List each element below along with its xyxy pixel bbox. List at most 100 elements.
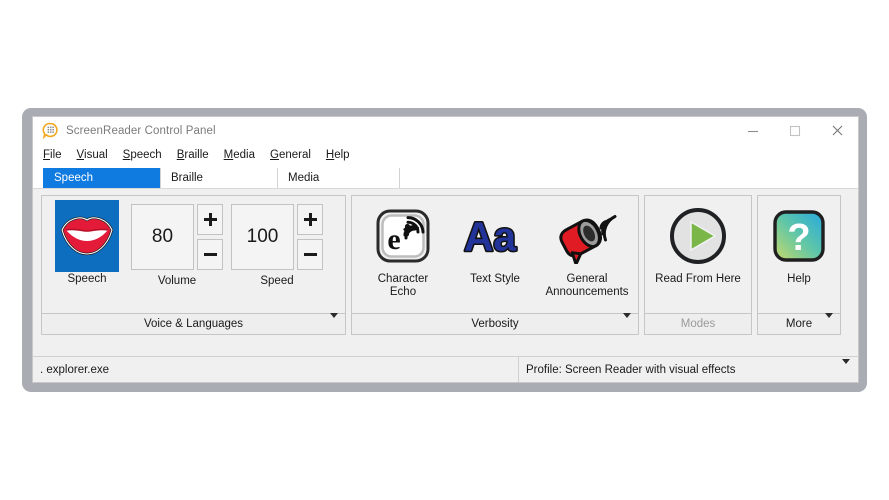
- ribbon-group-verbosity: e Character Echo Aa Text Style General A…: [351, 195, 639, 335]
- profile-selector[interactable]: Profile: Screen Reader with visual effec…: [518, 357, 858, 382]
- text-style-button[interactable]: Aa Text Style: [452, 202, 538, 286]
- voice-and-languages-launcher[interactable]: Voice & Languages: [42, 313, 345, 334]
- menu-label-general: eneral: [278, 149, 311, 161]
- chevron-down-icon: [842, 358, 850, 376]
- speed-increase-button[interactable]: [297, 204, 323, 235]
- character-echo-button[interactable]: e Character Echo: [360, 202, 446, 299]
- menu-item-speech[interactable]: Speech: [123, 149, 162, 161]
- verbosity-label: Verbosity: [471, 318, 519, 330]
- menu-label-file: ile: [50, 149, 62, 161]
- read-from-here-button[interactable]: Read From Here: [650, 202, 746, 286]
- read-from-here-label: Read From Here: [655, 273, 741, 285]
- menu-label-speech: peech: [130, 149, 162, 161]
- modes-label: Modes: [680, 318, 716, 330]
- svg-text:e: e: [387, 223, 400, 256]
- speed-value[interactable]: 100: [231, 204, 294, 270]
- text-style-label: Text Style: [470, 273, 520, 285]
- tab-media[interactable]: Media: [277, 168, 395, 188]
- verbosity-launcher[interactable]: Verbosity: [352, 313, 638, 334]
- volume-decrease-button[interactable]: [197, 239, 223, 270]
- menu-label-media: edia: [233, 149, 255, 161]
- general-announcements-label: General Announcements: [545, 273, 629, 298]
- more-label: More: [785, 318, 813, 330]
- plus-icon: [303, 213, 317, 226]
- ribbon: Speech 80 Volume 100 Speed Voice & Langu…: [33, 188, 858, 356]
- menu-item-visual[interactable]: Visual: [77, 149, 108, 161]
- tab-strip-end: [394, 168, 400, 188]
- menu-accel-media: M: [223, 149, 234, 161]
- ribbon-group-body: Read From Here: [645, 196, 751, 313]
- plus-icon: [203, 213, 217, 226]
- svg-text:?: ?: [787, 217, 810, 259]
- status-focused-app: . explorer.exe: [33, 357, 518, 382]
- ribbon-group-voice-and-languages: Speech 80 Volume 100 Speed Voice & Langu…: [41, 195, 346, 335]
- voice-and-languages-label: Voice & Languages: [143, 318, 244, 330]
- speech-button[interactable]: Speech: [47, 200, 127, 286]
- close-button[interactable]: [816, 117, 858, 144]
- menu-item-general[interactable]: General: [270, 149, 311, 161]
- more-launcher[interactable]: More: [758, 313, 840, 334]
- play-circle-icon: [666, 204, 730, 268]
- window-frame: ScreenReader Control Panel File Visual Spe…: [22, 108, 867, 392]
- modes-launcher: Modes: [645, 313, 751, 334]
- general-announcements-button[interactable]: General Announcements: [544, 202, 630, 299]
- chevron-down-icon: [623, 313, 631, 330]
- profile-label: Profile: Screen Reader with visual effec…: [526, 363, 736, 376]
- megaphone-icon: [555, 204, 619, 268]
- ribbon-group-modes: Read From Here Modes: [644, 195, 752, 335]
- braille-speech-bubble-icon: [42, 122, 59, 139]
- menu-accel-visual: V: [76, 149, 85, 161]
- application-window: ScreenReader Control Panel File Visual Spe…: [32, 116, 859, 383]
- status-bar: . explorer.exe Profile: Screen Reader wi…: [33, 356, 858, 382]
- tab-strip: Speech Braille Media: [33, 166, 858, 188]
- menu-label-help: elp: [334, 149, 350, 161]
- speech-label: Speech: [67, 273, 107, 285]
- menu-label-visual: isual: [84, 149, 108, 161]
- tab-braille[interactable]: Braille: [160, 168, 278, 188]
- title-bar: ScreenReader Control Panel: [33, 117, 858, 144]
- lips-icon: [55, 200, 119, 272]
- volume-increase-button[interactable]: [197, 204, 223, 235]
- svg-text:Aa: Aa: [464, 214, 516, 259]
- speed-spinner: 100: [231, 202, 323, 270]
- speed-buttons: [297, 204, 323, 270]
- tab-braille-label: Braille: [171, 172, 203, 184]
- help-button[interactable]: ? Help: [762, 202, 836, 286]
- tab-speech-label: Speech: [54, 172, 94, 184]
- menu-item-braille[interactable]: Braille: [177, 149, 209, 161]
- minus-icon: [303, 248, 317, 261]
- menu-item-file[interactable]: File: [43, 149, 62, 161]
- ribbon-group-body: ? Help: [758, 196, 840, 313]
- menu-accel-file: F: [43, 149, 51, 161]
- tab-media-label: Media: [288, 172, 320, 184]
- minus-icon: [203, 248, 217, 261]
- window-controls: [732, 117, 858, 144]
- menu-accel-general: G: [270, 149, 279, 161]
- volume-label: Volume: [157, 275, 197, 287]
- menu-item-help[interactable]: Help: [326, 149, 350, 161]
- character-echo-label: Character Echo: [377, 273, 429, 298]
- minimize-button[interactable]: [732, 117, 774, 144]
- chevron-down-icon: [330, 313, 338, 330]
- menu-item-media[interactable]: Media: [224, 149, 255, 161]
- volume-spinner: 80: [131, 202, 223, 270]
- menu-bar: File Visual Speech Braille Media General Help: [33, 144, 858, 166]
- tab-speech[interactable]: Speech: [43, 168, 161, 188]
- help-label: Help: [787, 273, 811, 285]
- menu-accel-help: H: [325, 149, 335, 161]
- window-title: ScreenReader Control Panel: [66, 124, 216, 137]
- echo-e-waves-icon: e: [371, 204, 435, 268]
- chevron-down-icon: [825, 313, 833, 330]
- volume-value[interactable]: 80: [131, 204, 194, 270]
- speed-stepper: 100 Speed: [227, 202, 327, 287]
- maximize-button[interactable]: [774, 117, 816, 144]
- ribbon-group-body: Speech 80 Volume 100 Speed: [42, 196, 345, 313]
- ribbon-group-body: e Character Echo Aa Text Style General A…: [352, 196, 638, 313]
- question-mark-icon: ?: [767, 204, 831, 268]
- speed-decrease-button[interactable]: [297, 239, 323, 270]
- aa-text-style-icon: Aa: [463, 204, 527, 268]
- speed-label: Speed: [260, 275, 294, 287]
- volume-stepper: 80 Volume: [127, 202, 227, 287]
- ribbon-group-more: ? Help More: [757, 195, 841, 335]
- volume-buttons: [197, 204, 223, 270]
